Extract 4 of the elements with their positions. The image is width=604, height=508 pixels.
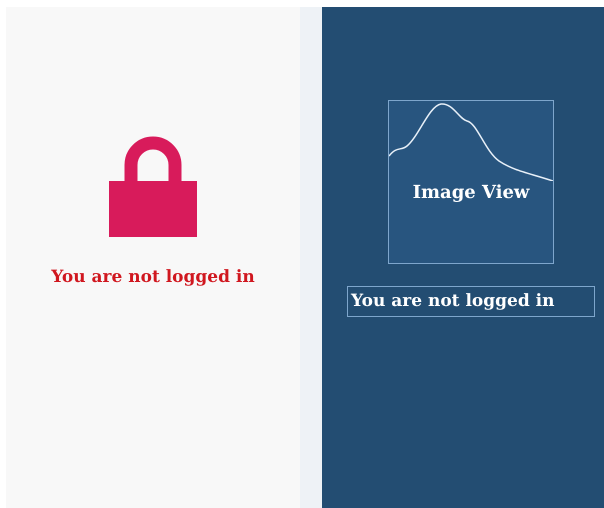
image-view-label: Image View [412,181,530,205]
message-field[interactable]: You are not logged in [347,286,595,317]
lock-icon [109,135,197,239]
status-message: You are not logged in [51,266,255,289]
